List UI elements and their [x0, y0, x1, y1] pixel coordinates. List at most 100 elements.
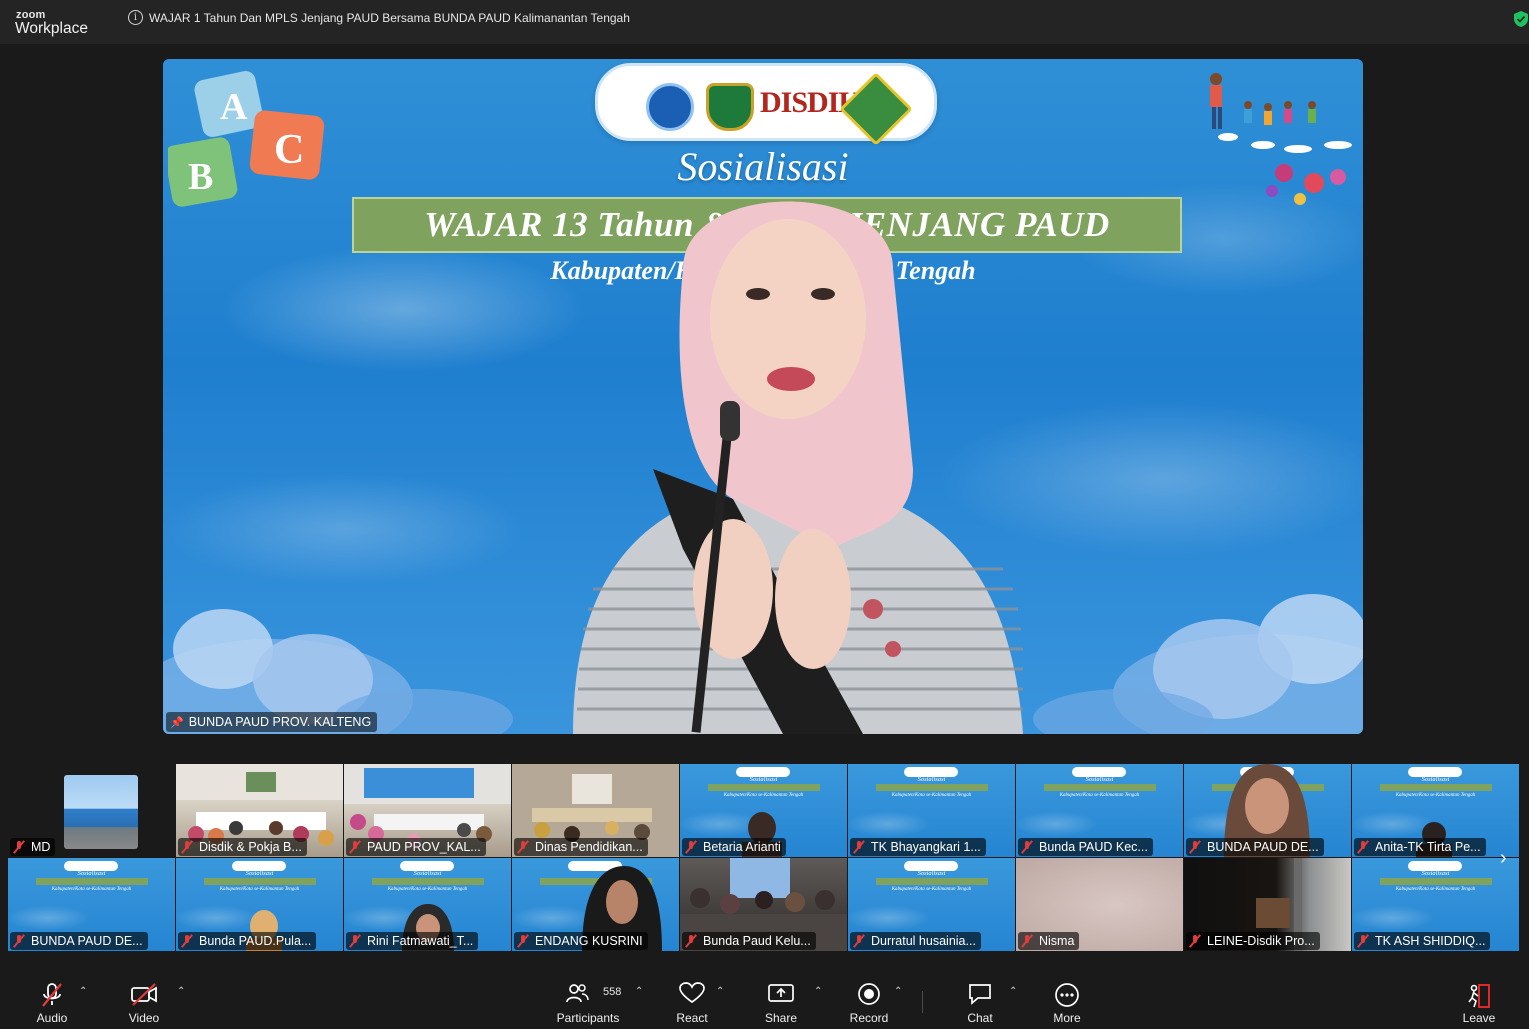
participant-tile[interactable]: Nisma [1016, 858, 1183, 951]
slide-subtitle-thumb: Kabupaten/Kota se-Kalimantan Tengah [51, 887, 132, 892]
self-view-avatar [64, 775, 138, 849]
slide-banner-thumb [36, 878, 148, 885]
slide-banner-thumb [876, 784, 988, 791]
slide-heading-thumb: Sosialisasi [1085, 776, 1114, 783]
slide-heading-thumb: Sosialisasi [245, 870, 274, 877]
slide-banner-thumb [708, 784, 820, 791]
chat-button[interactable]: Chat [954, 973, 1006, 1029]
leave-button[interactable]: Leave [1453, 973, 1505, 1029]
participant-tile[interactable]: Disdik & Pokja B... [176, 764, 343, 857]
speaker-name-tag: 📌 BUNDA PAUD PROV. KALTENG [166, 712, 378, 732]
slide-subtitle-thumb: Kabupaten/Kota se-Kalimantan Tengah [723, 793, 804, 798]
participant-tile[interactable]: Sosialisasi Kabupaten/Kota se-Kalimantan… [848, 764, 1015, 857]
mic-muted-icon [13, 935, 25, 947]
participant-name: Betaria Arianti [682, 838, 786, 856]
slide-banner-thumb [204, 878, 316, 885]
react-label: React [676, 1011, 708, 1025]
share-screen-icon [768, 984, 794, 1002]
slide-banner-thumb [1380, 878, 1492, 885]
title-bar: zoom Workplace i WAJAR 1 Tahun Dan MPLS … [0, 0, 1529, 44]
participant-tile[interactable]: Sosialisasi Kabupaten/Kota se-Kalimantan… [848, 858, 1015, 951]
share-label: Share [764, 1011, 798, 1025]
leave-door-icon [1468, 984, 1490, 1008]
react-options-chevron-up-icon[interactable]: ⌃ [716, 986, 724, 997]
chat-options-chevron-up-icon[interactable]: ⌃ [1009, 986, 1017, 997]
leave-label: Leave [1462, 1011, 1496, 1025]
participant-name: Anita-TK Tirta Pe... [1354, 838, 1486, 856]
slide-heading-thumb: Sosialisasi [917, 776, 946, 783]
participant-tile[interactable]: Sosialisasi Kabupaten/Kota se-Kalimantan… [344, 858, 511, 951]
participants-icon [565, 984, 589, 1003]
slide-banner-thumb [1044, 784, 1156, 791]
participant-name: Rini Fatmawati_T... [346, 932, 479, 950]
share-options-chevron-up-icon[interactable]: ⌃ [814, 986, 822, 997]
audio-options-chevron-up-icon[interactable]: ⌃ [79, 986, 87, 997]
video-label: Video [128, 1011, 160, 1025]
participant-name: Nisma [1018, 932, 1080, 950]
participant-tile[interactable]: Bunda Paud Kelu... [680, 858, 847, 951]
info-icon[interactable]: i [128, 10, 143, 25]
react-button[interactable]: React [666, 973, 718, 1029]
slide-subtitle-thumb: Kabupaten/Kota se-Kalimantan Tengah [219, 887, 300, 892]
mic-muted-icon [685, 935, 697, 947]
mic-muted-icon [181, 841, 193, 853]
institution-logos: DISDIK [595, 63, 937, 146]
record-options-chevron-up-icon[interactable]: ⌃ [894, 986, 902, 997]
heart-icon [679, 982, 705, 1004]
participant-tile[interactable]: Dinas Pendidikan... [512, 764, 679, 857]
participants-button[interactable]: 558 Participants [553, 973, 623, 1029]
slide-banner-thumb [372, 878, 484, 885]
slide-subtitle-thumb: Kabupaten/Kota se-Kalimantan Tengah [891, 887, 972, 892]
share-button[interactable]: Share [755, 973, 807, 1029]
participant-tile[interactable]: Sosialisasi Kabupaten/Kota se-Kalimantan… [8, 858, 175, 951]
slide-subtitle-thumb: Kabupaten/Kota se-Kalimantan Tengah [1059, 793, 1140, 798]
shield-icon[interactable] [1513, 10, 1529, 28]
slide-heading-thumb: Sosialisasi [1421, 870, 1450, 877]
mic-muted-icon [1189, 935, 1201, 947]
slide-heading-thumb: Sosialisasi [749, 776, 778, 783]
participant-tile[interactable]: Sosialisasi Kabupaten/Kota se-Kalimantan… [1352, 858, 1519, 951]
audio-label: Audio [36, 1011, 68, 1025]
record-label: Record [849, 1011, 889, 1025]
mic-muted-icon [1189, 841, 1201, 853]
video-options-chevron-up-icon[interactable]: ⌃ [177, 986, 185, 997]
slide-banner-thumb [876, 878, 988, 885]
participant-tile[interactable]: Sosialisasi Kabupaten/Kota se-Kalimantan… [680, 764, 847, 857]
gallery-next-arrow-icon[interactable]: › [1500, 847, 1518, 869]
meeting-toolbar: Audio ⌃ Video ⌃ 558 Participants ⌃ React… [0, 973, 1529, 1029]
self-view-tile[interactable]: MD [8, 764, 176, 857]
participant-tile[interactable]: BUNDA PAUD DE... [1184, 764, 1351, 857]
participants-options-chevron-up-icon[interactable]: ⌃ [635, 986, 643, 997]
participant-name: PAUD PROV_KAL... [346, 838, 486, 856]
participant-tile[interactable]: Sosialisasi Kabupaten/Kota se-Kalimantan… [1016, 764, 1183, 857]
audio-button[interactable]: Audio [26, 973, 78, 1029]
meeting-title: WAJAR 1 Tahun Dan MPLS Jenjang PAUD Bers… [149, 11, 630, 25]
participant-tile[interactable]: ENDANG KUSRINI [512, 858, 679, 951]
mic-muted-icon [517, 841, 529, 853]
mic-muted-icon [181, 935, 193, 947]
participant-name: Bunda PAUD Kec... [1018, 838, 1153, 856]
slide-banner-thumb [1380, 784, 1492, 791]
participant-tile[interactable]: LEINE-Disdik Pro... [1184, 858, 1351, 951]
microphone-icon [720, 401, 740, 441]
mic-muted-icon [853, 841, 865, 853]
more-button[interactable]: More [1041, 973, 1093, 1029]
participant-name: Bunda PAUD.Pula... [178, 932, 317, 950]
record-button[interactable]: Record [843, 973, 895, 1029]
speaker-figure [573, 201, 1023, 734]
active-speaker-video[interactable]: A C B DISDIK Sosialisasi WAJAR 13 Tahun … [163, 59, 1363, 734]
slide-heading-thumb: Sosialisasi [917, 870, 946, 877]
participant-tile[interactable]: PAUD PROV_KAL... [344, 764, 511, 857]
mic-muted-icon [42, 983, 62, 1007]
mic-muted-icon [349, 841, 361, 853]
participant-tile[interactable]: Sosialisasi Kabupaten/Kota se-Kalimantan… [176, 858, 343, 951]
participant-name: MD [10, 838, 56, 856]
participants-label: Participants [556, 1011, 620, 1025]
participant-tile[interactable]: Sosialisasi Kabupaten/Kota se-Kalimantan… [1352, 764, 1519, 857]
brand-logo: Workplace [15, 20, 88, 37]
slide-heading-thumb: Sosialisasi [1421, 776, 1450, 783]
participant-gallery: MD Disdik & Pokja B... PAUD PROV_KAL... … [0, 764, 1529, 952]
mic-muted-icon [1021, 841, 1033, 853]
video-button[interactable]: Video [118, 973, 170, 1029]
more-options-icon [1055, 983, 1079, 1007]
